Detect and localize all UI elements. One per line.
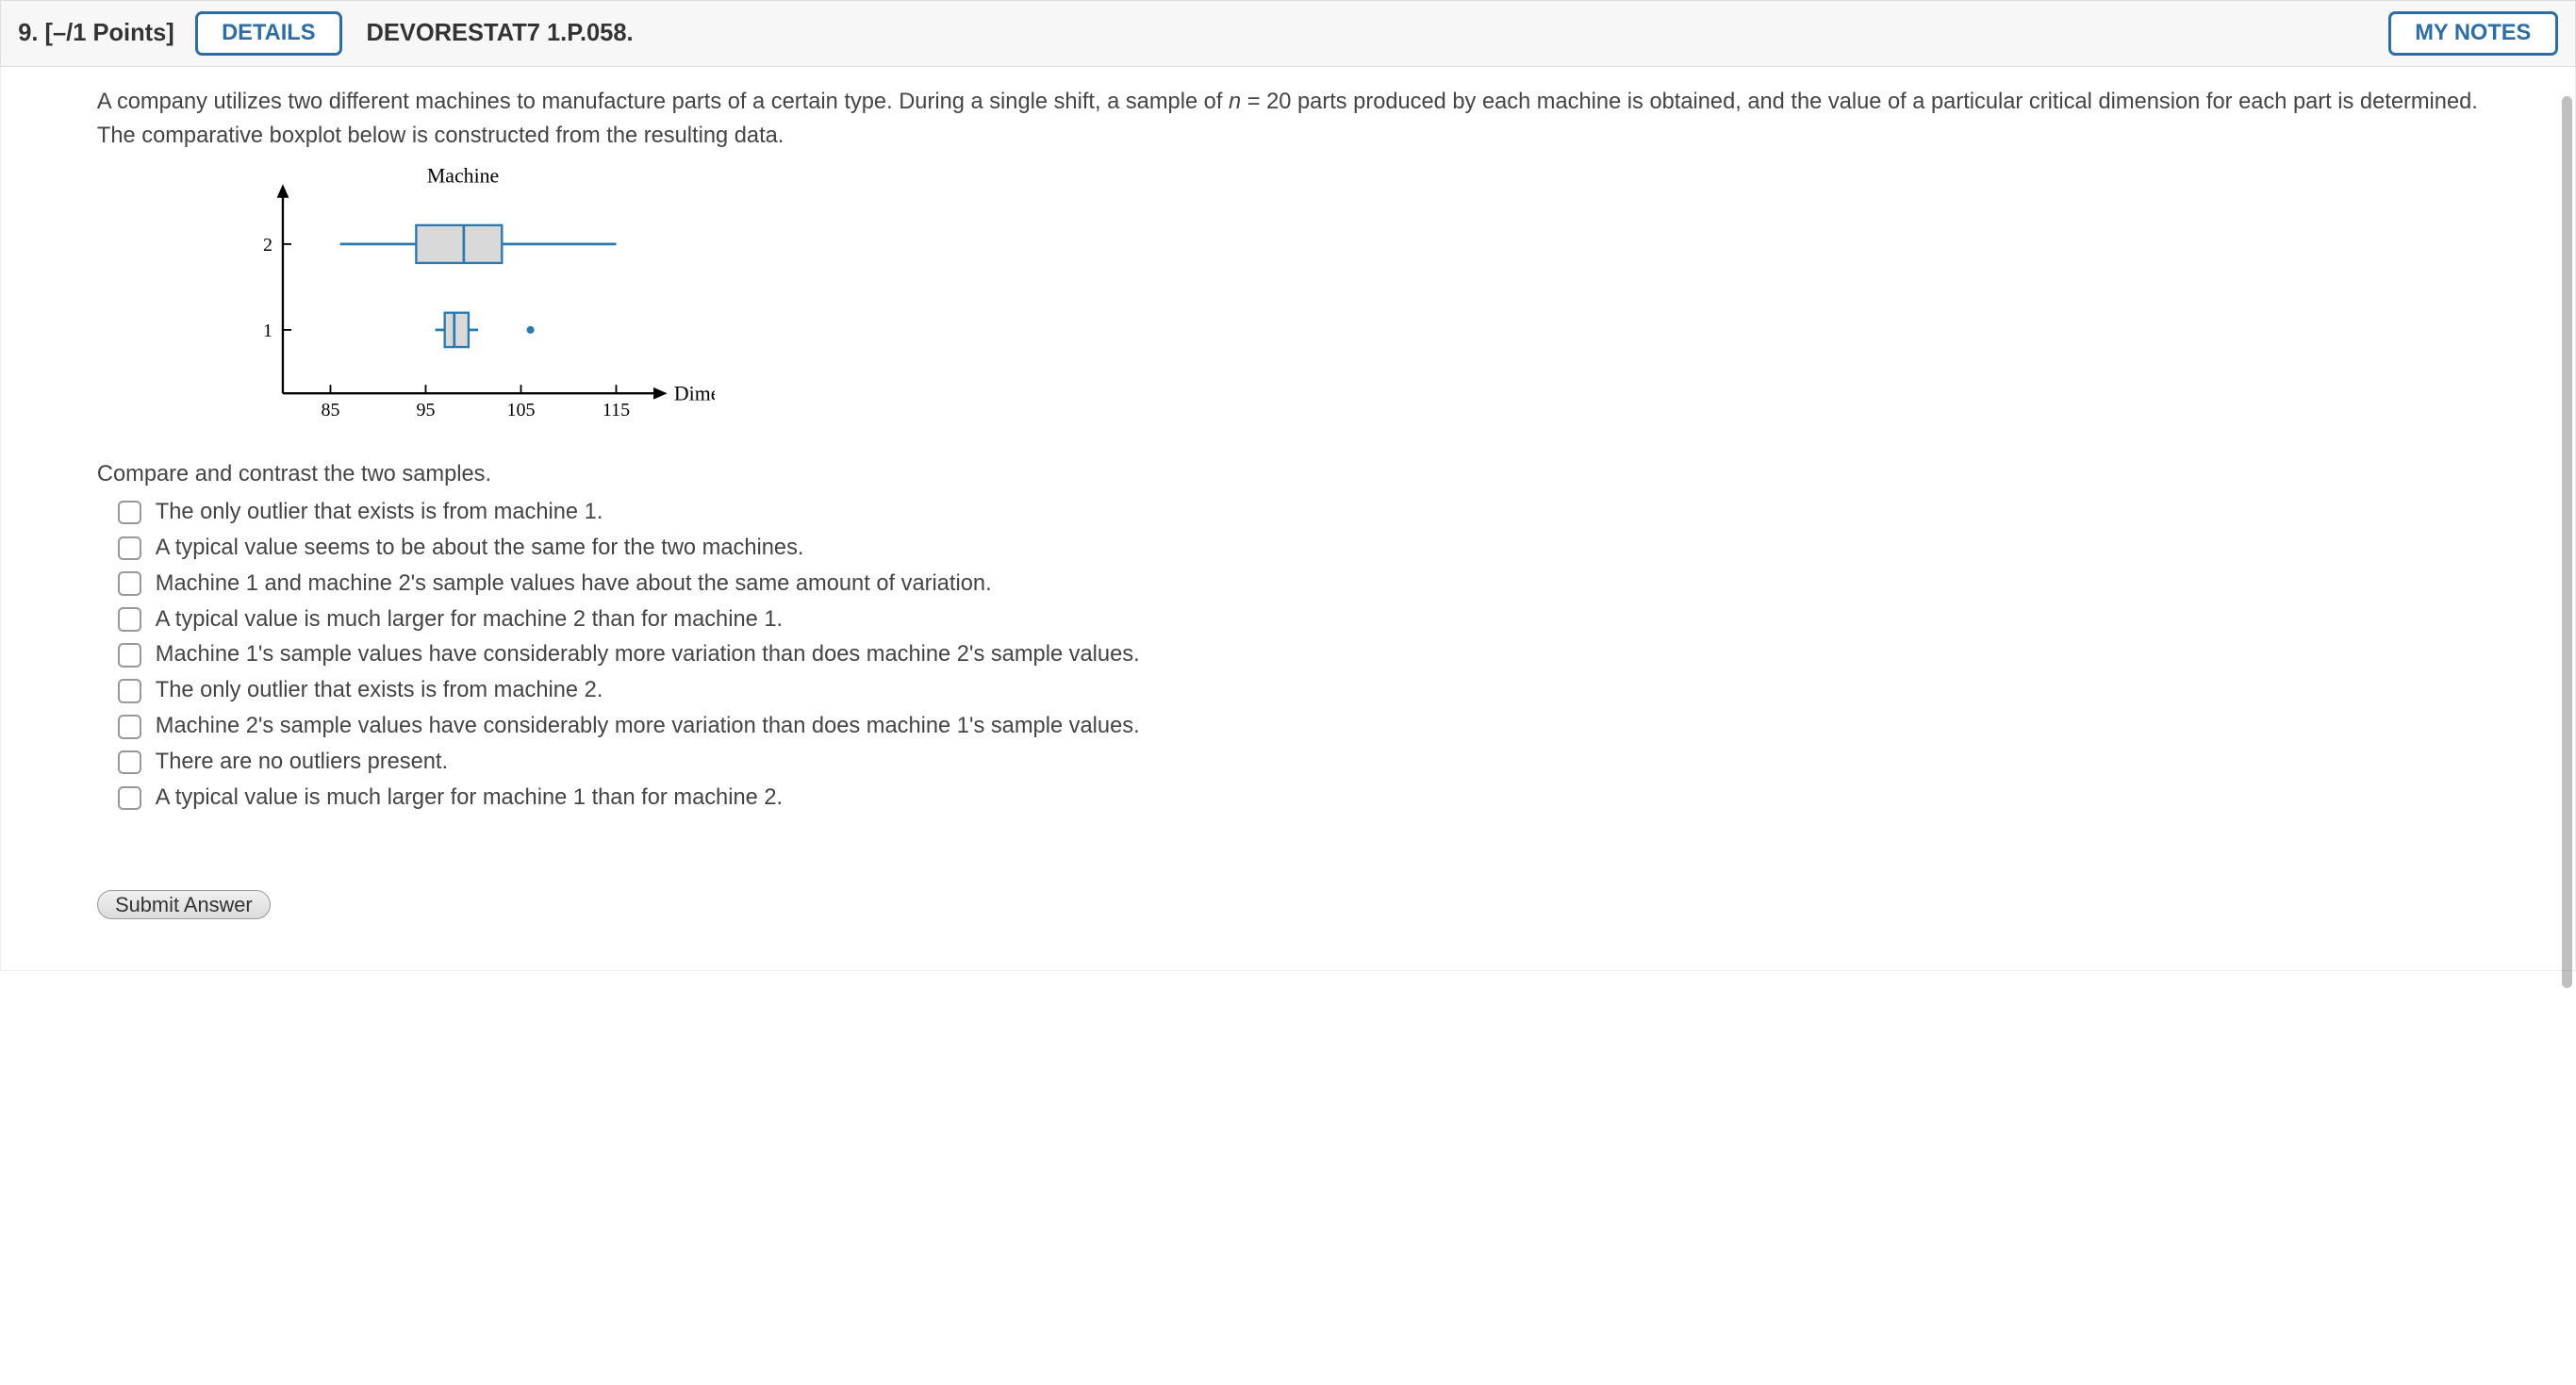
checkbox[interactable] [118, 715, 141, 738]
svg-text:95: 95 [416, 400, 435, 420]
option-row: Machine 1 and machine 2's sample values … [118, 566, 2479, 602]
submit-button[interactable]: Submit Answer [97, 890, 271, 919]
checkbox[interactable] [118, 501, 141, 524]
option-row: A typical value is much larger for machi… [118, 602, 2479, 637]
option-row: The only outlier that exists is from mac… [118, 673, 2479, 709]
question-number: 9. [–/1 Points] [18, 20, 174, 47]
options-list: The only outlier that exists is from mac… [118, 494, 2479, 816]
instruction-text: Compare and contrast the two samples. [97, 462, 2479, 487]
scrollbar-thumb[interactable] [2562, 96, 2572, 988]
svg-text:105: 105 [506, 400, 535, 420]
checkbox[interactable] [118, 679, 141, 702]
svg-text:2: 2 [263, 236, 272, 256]
checkbox[interactable] [118, 786, 141, 810]
checkbox[interactable] [118, 607, 141, 631]
svg-text:Dimension: Dimension [673, 383, 715, 405]
option-label: There are no outliers present. [156, 750, 448, 775]
svg-text:85: 85 [321, 400, 339, 420]
option-label: Machine 1's sample values have considera… [156, 642, 1140, 668]
option-row: A typical value seems to be about the sa… [118, 530, 2479, 566]
svg-text:1: 1 [263, 322, 272, 342]
option-row: Machine 1's sample values have considera… [118, 637, 2479, 673]
option-label: A typical value is much larger for machi… [156, 607, 783, 633]
question-prompt: A company utilizes two different machine… [97, 85, 2479, 154]
option-label: Machine 2's sample values have considera… [156, 714, 1140, 739]
option-label: Machine 1 and machine 2's sample values … [156, 571, 992, 597]
option-row: There are no outliers present. [118, 745, 2479, 781]
assignment-code: DEVORESTAT7 1.P.058. [366, 20, 633, 47]
mynotes-button[interactable]: MY NOTES [2388, 11, 2558, 57]
option-label: The only outlier that exists is from mac… [156, 500, 603, 525]
checkbox[interactable] [118, 571, 141, 595]
question-header: 9. [–/1 Points] DETAILS DEVORESTAT7 1.P.… [0, 0, 2576, 67]
checkbox[interactable] [118, 750, 141, 774]
details-button[interactable]: DETAILS [195, 11, 342, 57]
checkbox[interactable] [118, 643, 141, 667]
svg-text:115: 115 [602, 400, 629, 420]
option-row: Machine 2's sample values have considera… [118, 709, 2479, 745]
option-label: A typical value is much larger for machi… [156, 785, 783, 811]
checkbox[interactable] [118, 536, 141, 560]
option-row: The only outlier that exists is from mac… [118, 494, 2479, 530]
option-label: The only outlier that exists is from mac… [156, 678, 603, 703]
svg-text:Machine: Machine [426, 167, 498, 187]
question-body: A company utilizes two different machine… [0, 67, 2576, 970]
option-label: A typical value seems to be about the sa… [156, 536, 804, 561]
boxplot-figure: Machine Dimension 85 95 105 115 1 2 [235, 167, 2480, 448]
option-row: A typical value is much larger for machi… [118, 781, 2479, 816]
